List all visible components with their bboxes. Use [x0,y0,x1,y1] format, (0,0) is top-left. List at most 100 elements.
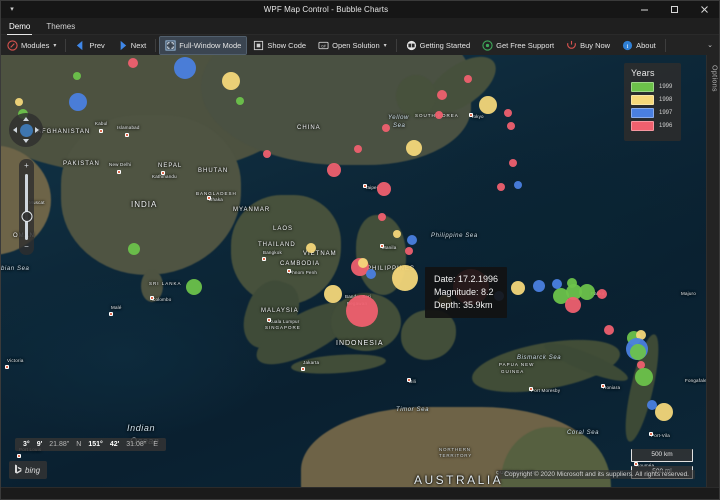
about-button[interactable]: i About [617,37,661,54]
data-bubble[interactable] [504,109,512,117]
close-icon[interactable] [689,1,719,18]
data-bubble[interactable] [327,163,341,177]
next-arrow-icon [117,40,128,51]
data-bubble[interactable] [511,281,525,295]
map-canvas[interactable]: Yellow Sea Philippine Sea Timor Sea Cora… [1,55,720,489]
system-menu-caret-icon[interactable]: ▾ [1,1,23,18]
data-bubble[interactable] [263,150,271,158]
show-code-button[interactable]: Show Code [248,37,311,54]
chevron-down-icon[interactable]: ▾ [384,42,387,49]
minimize-icon[interactable] [629,1,659,18]
city-marker-icon [125,133,129,137]
data-bubble[interactable] [552,279,562,289]
prev-label: Prev [89,41,104,50]
legend-item-1999[interactable]: 1999 [631,82,674,92]
data-bubble[interactable] [509,159,517,167]
city-marker-icon [601,384,605,388]
data-bubble[interactable] [382,124,390,132]
zoom-slider-track[interactable] [25,174,28,240]
fullscreen-icon [165,40,176,51]
map-tiles[interactable]: Yellow Sea Philippine Sea Timor Sea Cora… [1,55,707,489]
data-bubble[interactable] [464,75,472,83]
data-bubble[interactable] [346,295,378,327]
getting-started-button[interactable]: Getting Started [401,37,475,54]
next-button[interactable]: Next [112,37,151,54]
data-bubble[interactable] [69,93,87,111]
legend-swatch [631,82,654,92]
data-bubble[interactable] [597,289,607,299]
data-bubble[interactable] [393,230,401,238]
data-bubble[interactable] [222,72,240,90]
data-bubble[interactable] [15,98,23,106]
legend-swatch [631,95,654,105]
maximize-icon[interactable] [659,1,689,18]
full-window-mode-button[interactable]: Full-Window Mode [160,37,246,54]
pan-right-arrow-icon[interactable] [35,127,39,133]
prev-arrow-icon [75,40,86,51]
data-bubble[interactable] [655,403,673,421]
pan-left-arrow-icon[interactable] [13,127,17,133]
data-bubble[interactable] [567,278,577,288]
data-bubble[interactable] [128,58,138,68]
data-bubble[interactable] [236,97,244,105]
data-bubble[interactable] [377,182,391,196]
data-bubble[interactable] [507,122,515,130]
legend-item-1997[interactable]: 1997 [631,108,674,118]
data-bubble[interactable] [407,235,417,245]
toolbar-overflow-chevron-down-icon[interactable]: ⌄ [707,41,719,49]
data-bubble[interactable] [73,72,81,80]
data-bubble[interactable] [406,140,422,156]
map-zoom-control[interactable]: + − [19,159,34,255]
data-bubble[interactable] [565,297,581,313]
data-bubble[interactable] [405,247,413,255]
legend-item-1996[interactable]: 1996 [631,121,674,131]
data-bubble[interactable] [630,344,646,360]
data-bubble[interactable] [366,269,376,279]
prev-button[interactable]: Prev [70,37,109,54]
data-bubble[interactable] [354,145,362,153]
data-bubble[interactable] [358,258,368,268]
data-bubble[interactable] [497,183,505,191]
data-bubble[interactable] [435,111,443,119]
map-copyright: Copyright © 2020 Microsoft and its suppl… [498,470,695,479]
pan-down-arrow-icon[interactable] [23,139,29,143]
legend-label: 1999 [659,84,672,90]
data-bubble[interactable] [128,243,140,255]
data-bubble[interactable] [514,181,522,189]
data-bubble[interactable] [635,368,653,386]
data-bubble[interactable] [437,90,447,100]
landmass-korea [396,75,436,117]
data-bubble[interactable] [604,325,614,335]
map-pan-control[interactable] [9,113,43,147]
data-bubble[interactable] [324,285,342,303]
modules-button[interactable]: Modules ▾ [2,37,61,54]
options-pane-tab[interactable]: Options [706,55,720,489]
zoom-slider-thumb[interactable] [21,211,32,222]
bing-logo[interactable]: bing [9,461,47,479]
tab-demo[interactable]: Demo [1,20,38,34]
buy-now-label: Buy Now [580,41,610,50]
buy-now-button[interactable]: Buy Now [561,37,615,54]
pan-up-arrow-icon[interactable] [23,117,29,121]
open-solution-button[interactable]: c# Open Solution ▾ [313,37,392,54]
chevron-down-icon[interactable]: ▾ [53,42,56,49]
legend-item-1998[interactable]: 1998 [631,95,674,105]
data-bubble[interactable] [479,96,497,114]
data-bubble[interactable] [186,279,202,295]
tab-themes[interactable]: Themes [38,20,83,34]
data-bubble[interactable] [378,213,386,221]
svg-text:i: i [627,42,629,49]
data-bubble[interactable] [579,284,595,300]
toolbar-separator [665,39,666,52]
zoom-out-button[interactable]: − [24,243,29,252]
zoom-in-button[interactable]: + [24,162,29,171]
data-bubble[interactable] [174,57,196,79]
pan-center-icon[interactable] [20,124,33,137]
city-marker-icon [262,257,266,261]
map-city-label: Victoria [7,358,24,363]
latitude-degrees: 3° [23,441,30,448]
data-bubble[interactable] [533,280,545,292]
data-bubble[interactable] [392,265,418,291]
get-free-support-button[interactable]: Get Free Support [477,37,559,54]
data-bubble[interactable] [306,243,316,253]
